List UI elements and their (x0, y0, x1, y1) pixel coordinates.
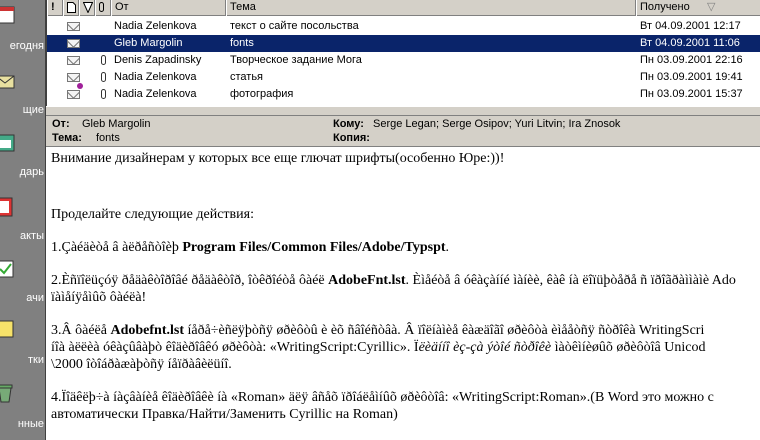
body-paragraph: 1.Çàéäèòå â àëðåñòîèþ Program Files/Comm… (51, 240, 450, 255)
shortcut-tasks-label: ачи (26, 292, 44, 304)
read-envelope-icon (67, 56, 80, 65)
message-received: Пн 03.09.2001 19:41 (640, 71, 743, 83)
column-subject[interactable]: Тема (226, 0, 636, 16)
from-label: От: (52, 118, 70, 130)
message-row[interactable]: Denis Zapadinsky Творческое задание Мога… (47, 52, 760, 69)
message-subject: текст о сайте посольства (230, 20, 359, 32)
shortcut-deleted-items[interactable]: нные (0, 372, 45, 432)
list-header: ! От Тема Получено ▽ (47, 0, 760, 16)
shortcut-notes-label: тки (28, 354, 44, 366)
message-row[interactable]: Nadia Zelenkova статья Пн 03.09.2001 19:… (47, 69, 760, 89)
attachment-icon (101, 55, 106, 65)
message-from: Nadia Zelenkova (114, 71, 197, 83)
column-from[interactable]: От (111, 0, 226, 16)
to-label: Кому: (333, 118, 364, 130)
column-flag[interactable] (79, 0, 95, 16)
outlook-bar: егодня щие дарь акты ачи тки нные (0, 0, 46, 440)
shortcut-notes[interactable]: тки (0, 310, 45, 370)
message-received: Пн 03.09.2001 22:16 (640, 54, 743, 66)
body-paragraph: 3.Â ôàéëå Adobefnt.lst íåðå÷èñëÿþòñÿ øðè… (51, 323, 705, 338)
pane-splitter[interactable] (46, 106, 760, 115)
shortcut-calendar-label: дарь (19, 166, 44, 178)
column-icon[interactable] (63, 0, 79, 16)
message-subject: фотография (230, 88, 294, 100)
paperclip-icon (99, 2, 104, 12)
flag-icon (82, 2, 94, 14)
inbox-icon (0, 75, 15, 89)
to-value: Serge Legan; Serge Osipov; Yuri Litvin; … (373, 118, 621, 130)
importance-icon: ! (51, 1, 55, 13)
body-paragraph-continued: ïàìåíÿåìûõ ôàéëà! (51, 290, 147, 305)
message-received: Пн 03.09.2001 15:37 (640, 88, 743, 100)
shortcut-calendar[interactable]: дарь (0, 124, 45, 184)
deleted-items-icon (0, 384, 13, 403)
body-paragraph-continued: автоматически Правка/Найти/Заменить Cyri… (51, 407, 398, 422)
forwarded-envelope-icon (67, 73, 83, 89)
cc-label: Копия: (333, 132, 370, 144)
message-from: Gleb Margolin (114, 37, 183, 49)
body-paragraph: 4.Ïîäêëþ÷à íàçâàíèå êîäèðîâêè íà «Roman»… (51, 390, 714, 405)
subject-value: fonts (96, 132, 120, 144)
subject-label: Тема: (52, 132, 82, 144)
body-paragraph-continued: íîà àëëèà óêàçûâàþò êîäèðîâêó øðèôòà: «W… (51, 340, 706, 355)
message-row[interactable]: Nadia Zelenkova текст о сайте посольства… (47, 18, 760, 35)
contacts-icon (0, 197, 13, 217)
message-from: Nadia Zelenkova (114, 20, 197, 32)
read-envelope-icon (67, 39, 80, 48)
message-subject: Творческое задание Мога (230, 54, 362, 66)
shortcut-contacts[interactable]: акты (0, 186, 45, 246)
message-row-selected[interactable]: Gleb Margolin fonts Вт 04.09.2001 11:06 (47, 35, 760, 52)
message-list: ! От Тема Получено ▽ Nadia Zelenkova тек… (46, 0, 760, 106)
document-icon (67, 2, 76, 13)
message-subject: fonts (230, 37, 254, 49)
column-attachment[interactable] (95, 0, 111, 16)
read-envelope-icon (67, 90, 80, 99)
message-subject: статья (230, 71, 264, 83)
column-importance[interactable]: ! (47, 0, 63, 16)
shortcut-contacts-label: акты (20, 230, 44, 242)
shortcut-today[interactable]: егодня (0, 0, 45, 60)
shortcut-inbox[interactable]: щие (0, 62, 45, 122)
message-received: Вт 04.09.2001 11:06 (640, 37, 740, 49)
message-body[interactable]: Внимание дизайнерам у которых все еще гл… (46, 147, 760, 440)
read-envelope-icon (67, 22, 80, 31)
preview-header: От: Gleb Margolin Тема: fonts Кому: Serg… (46, 115, 760, 147)
body-paragraph: Внимание дизайнерам у которых все еще гл… (51, 151, 505, 166)
body-paragraph: Проделайте следующие действия: (51, 207, 254, 222)
from-value: Gleb Margolin (82, 118, 151, 130)
attachment-icon (101, 72, 106, 82)
message-row[interactable]: Nadia Zelenkova фотография Пн 03.09.2001… (47, 86, 760, 103)
shortcut-deleted-items-label: нные (17, 418, 44, 430)
attachment-icon (101, 89, 106, 99)
message-received: Вт 04.09.2001 12:17 (640, 20, 741, 32)
shortcut-today-label: егодня (9, 40, 44, 52)
today-icon (0, 6, 15, 24)
body-paragraph: 2.Èñïîëüçóÿ ðåäàêòîðîâé ðåäàêòîð, îòêðîé… (51, 273, 736, 288)
message-from: Nadia Zelenkova (114, 88, 197, 100)
tasks-icon (0, 260, 14, 278)
notes-icon (0, 320, 14, 338)
body-paragraph-continued: \2000 îòîáðàæàþòñÿ íåïðàâèëüíî. (51, 357, 232, 372)
shortcut-tasks[interactable]: ачи (0, 248, 45, 308)
column-received[interactable]: Получено ▽ (636, 0, 760, 16)
message-from: Denis Zapadinsky (114, 54, 202, 66)
shortcut-inbox-label: щие (22, 104, 44, 116)
calendar-icon (0, 134, 15, 152)
sort-descending-icon: ▽ (707, 1, 716, 13)
